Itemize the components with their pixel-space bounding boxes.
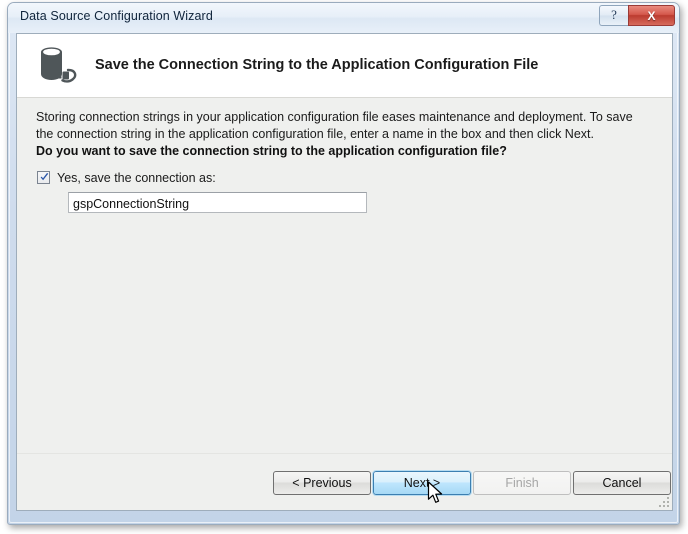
close-button[interactable]: X xyxy=(628,5,675,26)
dialog-button-bar: < Previous Next > Finish Cancel xyxy=(17,453,672,510)
dialog-window: Data Source Configuration Wizard ? X Sav… xyxy=(7,2,680,525)
dialog-client-area: Save the Connection String to the Applic… xyxy=(16,33,673,511)
save-question-label: Do you want to save the connection strin… xyxy=(36,144,507,158)
cancel-button[interactable]: Cancel xyxy=(573,471,671,495)
save-connection-checkbox-row[interactable]: Yes, save the connection as: xyxy=(37,169,216,186)
connection-name-input[interactable] xyxy=(68,192,367,213)
save-connection-checkbox[interactable] xyxy=(37,171,50,184)
resize-grip[interactable] xyxy=(657,495,669,507)
window-title: Data Source Configuration Wizard xyxy=(20,9,213,23)
previous-button[interactable]: < Previous xyxy=(273,471,371,495)
database-connection-icon xyxy=(31,42,83,90)
wizard-header: Save the Connection String to the Applic… xyxy=(17,34,672,98)
help-button[interactable]: ? xyxy=(599,5,628,26)
page-title: Save the Connection String to the Applic… xyxy=(95,57,539,73)
next-button[interactable]: Next > xyxy=(373,471,471,495)
wizard-body: Storing connection strings in your appli… xyxy=(17,99,672,453)
finish-button: Finish xyxy=(473,471,571,495)
caption-button-group: ? X xyxy=(599,5,675,26)
checkmark-icon xyxy=(40,173,49,181)
save-connection-checkbox-label: Yes, save the connection as: xyxy=(57,170,216,185)
intro-description: Storing connection strings in your appli… xyxy=(36,110,633,141)
title-bar[interactable]: Data Source Configuration Wizard ? X xyxy=(8,3,679,33)
